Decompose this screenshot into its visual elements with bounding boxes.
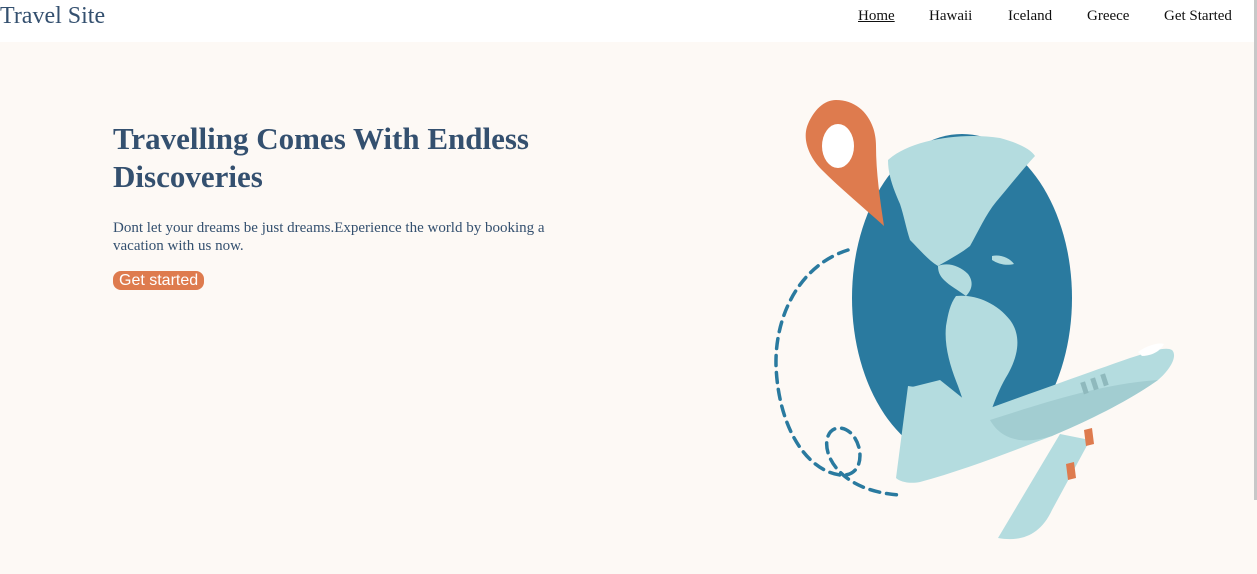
nav-greece-link[interactable]: Greece bbox=[1087, 8, 1129, 25]
page: Travel Site Home Hawaii Iceland Greece G… bbox=[0, 0, 1257, 574]
get-started-button[interactable]: Get started bbox=[113, 271, 205, 290]
nav-get-started-link[interactable]: Get Started bbox=[1164, 8, 1232, 25]
nav-hawaii-link[interactable]: Hawaii bbox=[929, 8, 972, 25]
hero-description: Dont let your dreams be just dreams.Expe… bbox=[113, 220, 545, 254]
nav-home-link[interactable]: Home bbox=[858, 8, 895, 25]
hero-section: Travelling Comes With Endless Discoverie… bbox=[0, 42, 1257, 574]
location-pin-icon bbox=[805, 100, 884, 226]
hero-title: Travelling Comes With Endless Discoverie… bbox=[113, 121, 529, 194]
top-navbar: Travel Site Home Hawaii Iceland Greece G… bbox=[0, 0, 1257, 42]
travel-illustration bbox=[774, 100, 1175, 540]
brand-logo-link[interactable]: Travel Site bbox=[0, 3, 105, 30]
nav-iceland-link[interactable]: Iceland bbox=[1008, 8, 1052, 25]
